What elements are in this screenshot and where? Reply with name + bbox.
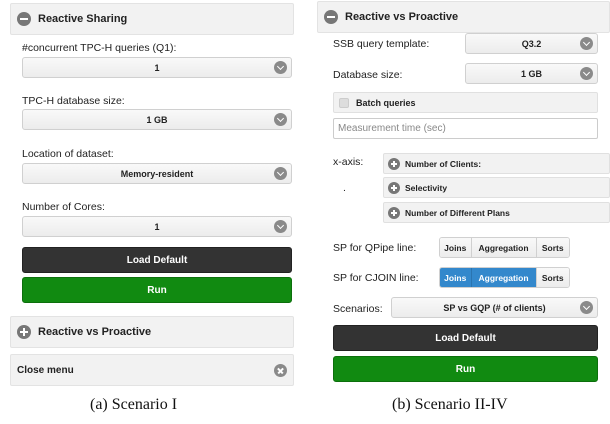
measurement-time-input[interactable]: Measurement time (sec) [333,118,598,139]
db-size-select[interactable]: 1 GB [465,63,598,84]
db-size-value: 1 GB [520,68,542,79]
ssb-value: Q3.2 [521,38,542,49]
expand-icon [17,325,31,339]
chevron-down-icon [274,113,287,126]
chevron-down-icon [274,61,287,74]
xaxis-option-clients[interactable]: Number of Clients: [383,153,610,174]
close-menu-label: Close menu [17,364,74,376]
location-select[interactable]: Memory-resident [22,163,292,184]
run-button[interactable]: Run [333,356,598,382]
cores-value: 1 [154,221,160,232]
scenarios-value: SP vs GQP (# of clients) [443,302,546,313]
chevron-down-icon [580,301,593,314]
reactive-sharing-header[interactable]: Reactive Sharing [10,3,294,35]
reactive-vs-proactive-panel: Reactive vs Proactive SSB query template… [317,0,610,424]
cjoin-sorts-option[interactable]: Sorts [535,268,569,287]
cores-select[interactable]: 1 [22,216,292,237]
load-default-button[interactable]: Load Default [22,247,292,273]
reactive-vs-proactive-header[interactable]: Reactive vs Proactive [317,1,610,33]
cores-label: Number of Cores: [22,201,105,213]
db-size-select[interactable]: 1 GB [22,109,292,130]
xaxis-label: x-axis: [333,156,364,168]
db-size-label: Database size: [333,69,403,81]
ssb-label: SSB query template: [333,38,430,50]
reactive-vs-proactive-header[interactable]: Reactive vs Proactive [10,316,294,348]
qpipe-joins-option[interactable]: Joins [440,238,471,257]
xaxis-option-label: Number of Different Plans [405,207,510,218]
location-value: Memory-resident [120,168,194,179]
scenarios-select[interactable]: SP vs GQP (# of clients) [391,297,598,318]
header-title: Reactive vs Proactive [345,11,459,23]
cjoin-joins-option[interactable]: Joins [440,268,471,287]
header-title: Reactive Sharing [38,13,128,25]
collapse-icon [324,10,338,24]
db-size-label: TPC-H database size: [22,95,125,107]
chevron-down-icon [274,220,287,233]
q1-value: 1 [154,62,160,73]
chevron-down-icon [274,167,287,180]
expand-icon [388,181,400,194]
header-title: Reactive vs Proactive [38,326,152,338]
load-default-button[interactable]: Load Default [333,325,598,351]
caption-b: (b) Scenario II-IV [392,396,508,413]
qpipe-aggregation-option[interactable]: Aggregation [470,238,536,257]
xaxis-option-plans[interactable]: Number of Different Plans [383,202,610,223]
xaxis-option-selectivity[interactable]: Selectivity [383,177,610,198]
xaxis-option-label: Number of Clients: [405,158,482,169]
caption-a: (a) Scenario I [90,396,178,413]
xaxis-option-label: Selectivity [405,182,448,193]
db-size-value: 1 GB [146,114,168,125]
sp-qpipe-segmented-control[interactable]: Joins Aggregation Sorts [439,237,570,258]
expand-icon [388,206,400,219]
xaxis-dot: . [343,182,346,194]
q1-select[interactable]: 1 [22,57,292,78]
sp-cjoin-segmented-control[interactable]: Joins Aggregation Sorts [439,267,570,288]
location-label: Location of dataset: [22,148,114,160]
qpipe-sorts-option[interactable]: Sorts [535,238,569,257]
chevron-down-icon [580,67,593,80]
close-menu-button[interactable]: Close menu [10,354,294,386]
sp-cjoin-label: SP for CJOIN line: [333,272,419,284]
chevron-down-icon [580,37,593,50]
run-button[interactable]: Run [22,277,292,303]
batch-queries-checkbox[interactable]: Batch queries [333,92,598,113]
expand-icon [388,157,400,170]
close-icon[interactable] [274,364,287,377]
reactive-sharing-panel: Reactive Sharing #concurrent TPC-H queri… [0,0,304,424]
scenarios-label: Scenarios: [333,303,383,315]
checkbox-box[interactable] [339,97,349,108]
cjoin-aggregation-option[interactable]: Aggregation [470,268,536,287]
sp-qpipe-label: SP for QPipe line: [333,242,417,254]
collapse-icon [17,12,31,26]
batch-queries-label: Batch queries [356,97,416,108]
q1-label: #concurrent TPC-H queries (Q1): [22,42,177,54]
ssb-select[interactable]: Q3.2 [465,33,598,54]
